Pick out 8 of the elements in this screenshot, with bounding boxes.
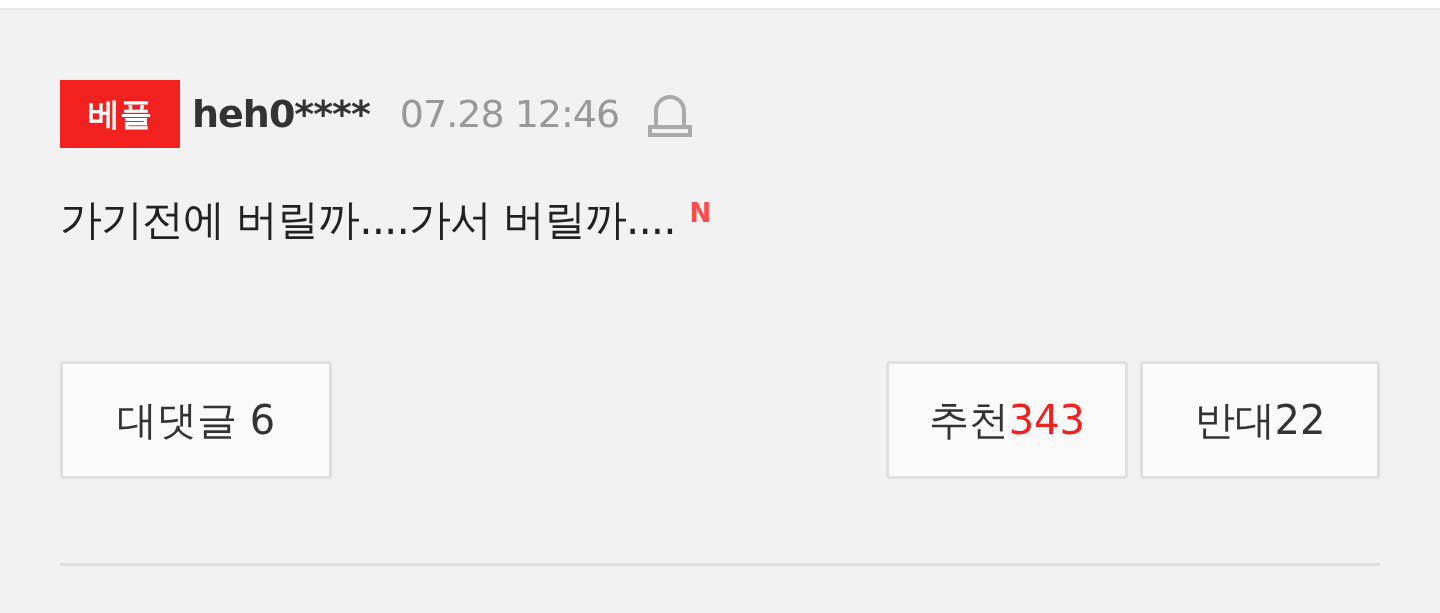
oppose-button[interactable]: 반대22 <box>1140 361 1380 479</box>
comment-text: 가기전에 버릴까....가서 버릴까.... <box>60 194 676 246</box>
comment-date: 07.28 12:46 <box>399 90 620 138</box>
new-mark: N <box>689 197 712 230</box>
reply-button[interactable]: 대댓글 6 <box>60 361 332 479</box>
recommend-button[interactable]: 추천343 <box>885 361 1128 479</box>
best-badge: 베플 <box>60 80 180 148</box>
author-name: heh0**** <box>192 90 370 138</box>
